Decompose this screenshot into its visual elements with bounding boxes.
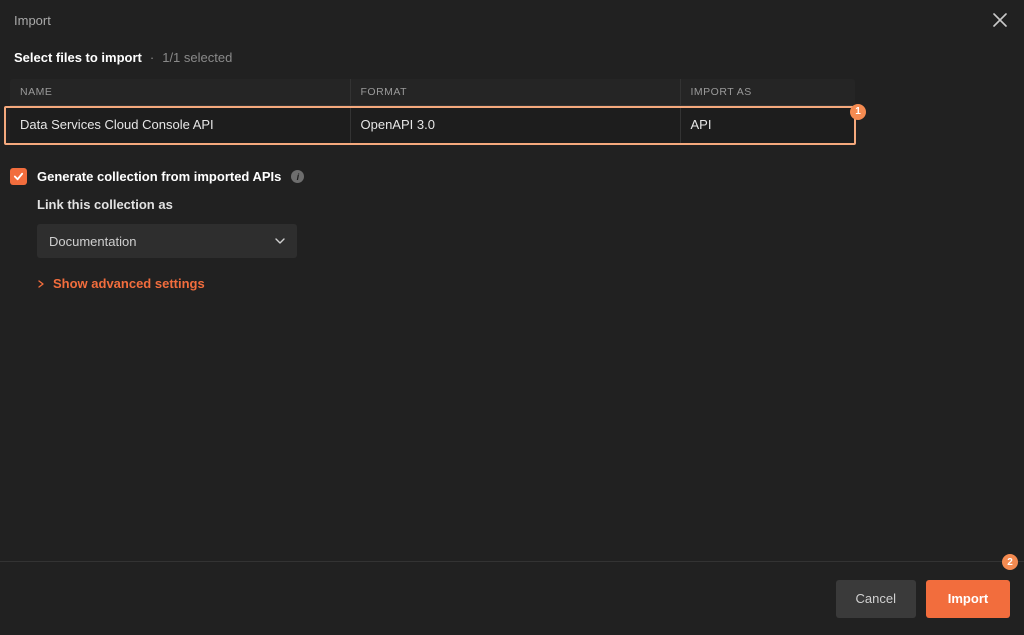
- dialog-footer: 2 Cancel Import: [0, 561, 1024, 635]
- show-advanced-settings[interactable]: Show advanced settings: [37, 276, 1000, 291]
- chevron-down-icon: [275, 236, 285, 246]
- import-button[interactable]: Import: [926, 580, 1010, 618]
- cancel-button[interactable]: Cancel: [836, 580, 916, 618]
- link-collection-dropdown[interactable]: Documentation: [37, 224, 297, 258]
- dialog-content: 1 NAME FORMAT IMPORT AS Data Services Cl…: [0, 79, 1024, 561]
- selection-count: 1/1 selected: [162, 50, 232, 65]
- generate-collection-checkbox[interactable]: [10, 168, 27, 185]
- dialog-title: Import: [14, 13, 51, 28]
- info-icon[interactable]: i: [291, 170, 304, 183]
- dialog-header: Import: [0, 0, 1024, 38]
- annotation-badge-row: 1: [850, 104, 866, 120]
- chevron-right-icon: [37, 280, 45, 288]
- check-icon: [13, 171, 24, 182]
- subheader: Select files to import · 1/1 selected: [0, 38, 1024, 79]
- cell-format: OpenAPI 3.0: [350, 106, 680, 144]
- import-dialog: Import Select files to import · 1/1 sele…: [0, 0, 1024, 635]
- col-header-format: FORMAT: [350, 79, 680, 106]
- cell-name: Data Services Cloud Console API: [10, 106, 350, 144]
- col-header-import-as: IMPORT AS: [680, 79, 855, 106]
- col-header-name: NAME: [10, 79, 350, 106]
- close-icon[interactable]: [990, 10, 1010, 30]
- generate-collection-label: Generate collection from imported APIs: [37, 169, 281, 184]
- table-header-row: NAME FORMAT IMPORT AS: [10, 79, 1014, 106]
- file-table-wrapper: 1 NAME FORMAT IMPORT AS Data Services Cl…: [10, 79, 1014, 144]
- import-options: Generate collection from imported APIs i…: [10, 144, 1014, 291]
- subheader-title: Select files to import: [14, 50, 142, 65]
- separator-dot: ·: [150, 50, 154, 65]
- cell-import-as: API: [680, 106, 855, 144]
- link-collection-label: Link this collection as: [37, 197, 1000, 212]
- generate-collection-row: Generate collection from imported APIs i: [10, 168, 1000, 185]
- annotation-badge-import: 2: [1002, 554, 1018, 570]
- advanced-settings-label: Show advanced settings: [53, 276, 205, 291]
- dropdown-value: Documentation: [49, 234, 136, 249]
